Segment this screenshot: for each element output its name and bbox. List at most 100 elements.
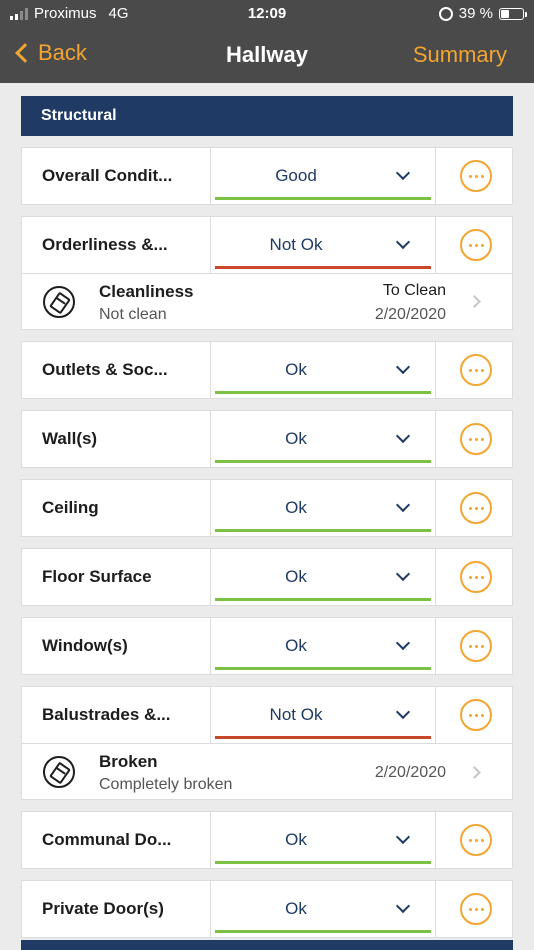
condition-select[interactable]: Ok <box>210 881 436 937</box>
condition-underline <box>215 391 431 394</box>
condition-value: Ok <box>285 498 307 517</box>
inspection-item: Private Door(s) Ok <box>21 880 513 938</box>
item-row: Outlets & Soc... Ok <box>22 342 512 398</box>
item-label: Balustrades &... <box>42 705 171 724</box>
item-label: Floor Surface <box>42 567 152 586</box>
condition-value: Ok <box>285 567 307 586</box>
next-section-header <box>21 940 513 950</box>
more-icon <box>460 893 492 925</box>
more-icon <box>460 423 492 455</box>
inspection-item: Outlets & Soc... Ok <box>21 341 513 399</box>
chevron-down-icon <box>395 165 411 181</box>
condition-underline <box>215 598 431 601</box>
chevron-down-icon <box>395 566 411 582</box>
more-icon <box>460 561 492 593</box>
more-options-button[interactable] <box>436 618 512 674</box>
remark-description: Completely broken <box>99 776 233 793</box>
condition-select[interactable]: Ok <box>210 549 436 605</box>
inspection-item: Wall(s) Ok <box>21 410 513 468</box>
chevron-down-icon <box>395 359 411 375</box>
more-options-button[interactable] <box>436 342 512 398</box>
condition-value: Ok <box>285 360 307 379</box>
more-icon <box>460 354 492 386</box>
remark-row[interactable]: Cleanliness Not clean To Clean 2/20/2020 <box>22 273 512 329</box>
more-options-button[interactable] <box>436 411 512 467</box>
item-label: Communal Do... <box>42 830 172 849</box>
chevron-right-icon <box>468 295 481 308</box>
remark-row[interactable]: Broken Completely broken 2/20/2020 <box>22 743 512 799</box>
inspection-item: Balustrades &... Not Ok Broken Completel… <box>21 686 513 800</box>
condition-select[interactable]: Ok <box>210 618 436 674</box>
condition-value: Ok <box>285 636 307 655</box>
item-row: Balustrades &... Not Ok <box>22 687 512 743</box>
condition-underline <box>215 667 431 670</box>
condition-select[interactable]: Ok <box>210 812 436 868</box>
condition-select[interactable]: Ok <box>210 411 436 467</box>
condition-underline <box>215 197 431 200</box>
more-options-button[interactable] <box>436 549 512 605</box>
more-options-button[interactable] <box>436 687 512 743</box>
summary-button[interactable]: Summary <box>413 42 507 68</box>
navigation-bar: Back Hallway Summary <box>0 30 534 83</box>
item-label: Private Door(s) <box>42 899 164 918</box>
alarm-icon <box>438 6 453 21</box>
chevron-down-icon <box>395 829 411 845</box>
battery-icon <box>499 7 527 20</box>
more-options-button[interactable] <box>436 881 512 937</box>
remark-description: Not clean <box>99 306 167 323</box>
inspection-item: Overall Condit... Good <box>21 147 513 205</box>
condition-select[interactable]: Not Ok <box>210 217 436 273</box>
item-label: Ceiling <box>42 498 99 517</box>
status-bar: Proximus 4G 12:09 39 % <box>0 0 534 30</box>
section-header: Structural <box>21 96 513 136</box>
condition-select[interactable]: Not Ok <box>210 687 436 743</box>
remark-icon <box>43 286 75 318</box>
condition-select[interactable]: Good <box>210 148 436 204</box>
more-icon <box>460 160 492 192</box>
remark-title: Broken <box>99 752 158 771</box>
inspection-list: Structural Overall Condit... Good Orderl… <box>21 96 513 938</box>
chevron-right-icon <box>468 766 481 779</box>
item-row: Private Door(s) Ok <box>22 881 512 937</box>
remark-date: 2/20/2020 <box>374 764 446 781</box>
more-options-button[interactable] <box>436 217 512 273</box>
more-icon <box>460 229 492 261</box>
condition-underline <box>215 930 431 933</box>
item-row: Ceiling Ok <box>22 480 512 536</box>
condition-underline <box>215 736 431 739</box>
inspection-item: Ceiling Ok <box>21 479 513 537</box>
remark-title: Cleanliness <box>99 282 194 301</box>
inspection-item: Orderliness &... Not Ok Cleanliness Not … <box>21 216 513 330</box>
inspection-item: Window(s) Ok <box>21 617 513 675</box>
more-options-button[interactable] <box>436 148 512 204</box>
item-row: Communal Do... Ok <box>22 812 512 868</box>
more-icon <box>460 492 492 524</box>
inspection-item: Floor Surface Ok <box>21 548 513 606</box>
item-row: Wall(s) Ok <box>22 411 512 467</box>
condition-value: Ok <box>285 899 307 918</box>
remark-date: 2/20/2020 <box>374 306 446 323</box>
condition-select[interactable]: Ok <box>210 480 436 536</box>
remark-action: To Clean <box>382 282 446 299</box>
condition-value: Ok <box>285 830 307 849</box>
more-icon <box>460 699 492 731</box>
item-row: Floor Surface Ok <box>22 549 512 605</box>
more-options-button[interactable] <box>436 812 512 868</box>
chevron-down-icon <box>395 635 411 651</box>
item-row: Orderliness &... Not Ok <box>22 217 512 273</box>
condition-underline <box>215 529 431 532</box>
condition-underline <box>215 460 431 463</box>
chevron-down-icon <box>395 898 411 914</box>
inspection-item: Communal Do... Ok <box>21 811 513 869</box>
chevron-down-icon <box>395 497 411 513</box>
condition-select[interactable]: Ok <box>210 342 436 398</box>
item-row: Window(s) Ok <box>22 618 512 674</box>
condition-underline <box>215 861 431 864</box>
top-bar: Proximus 4G 12:09 39 % Back Hallway Summ… <box>0 0 534 83</box>
chevron-down-icon <box>395 704 411 720</box>
more-options-button[interactable] <box>436 480 512 536</box>
condition-value: Good <box>275 166 317 185</box>
more-icon <box>460 824 492 856</box>
more-icon <box>460 630 492 662</box>
condition-value: Not Ok <box>269 235 323 254</box>
